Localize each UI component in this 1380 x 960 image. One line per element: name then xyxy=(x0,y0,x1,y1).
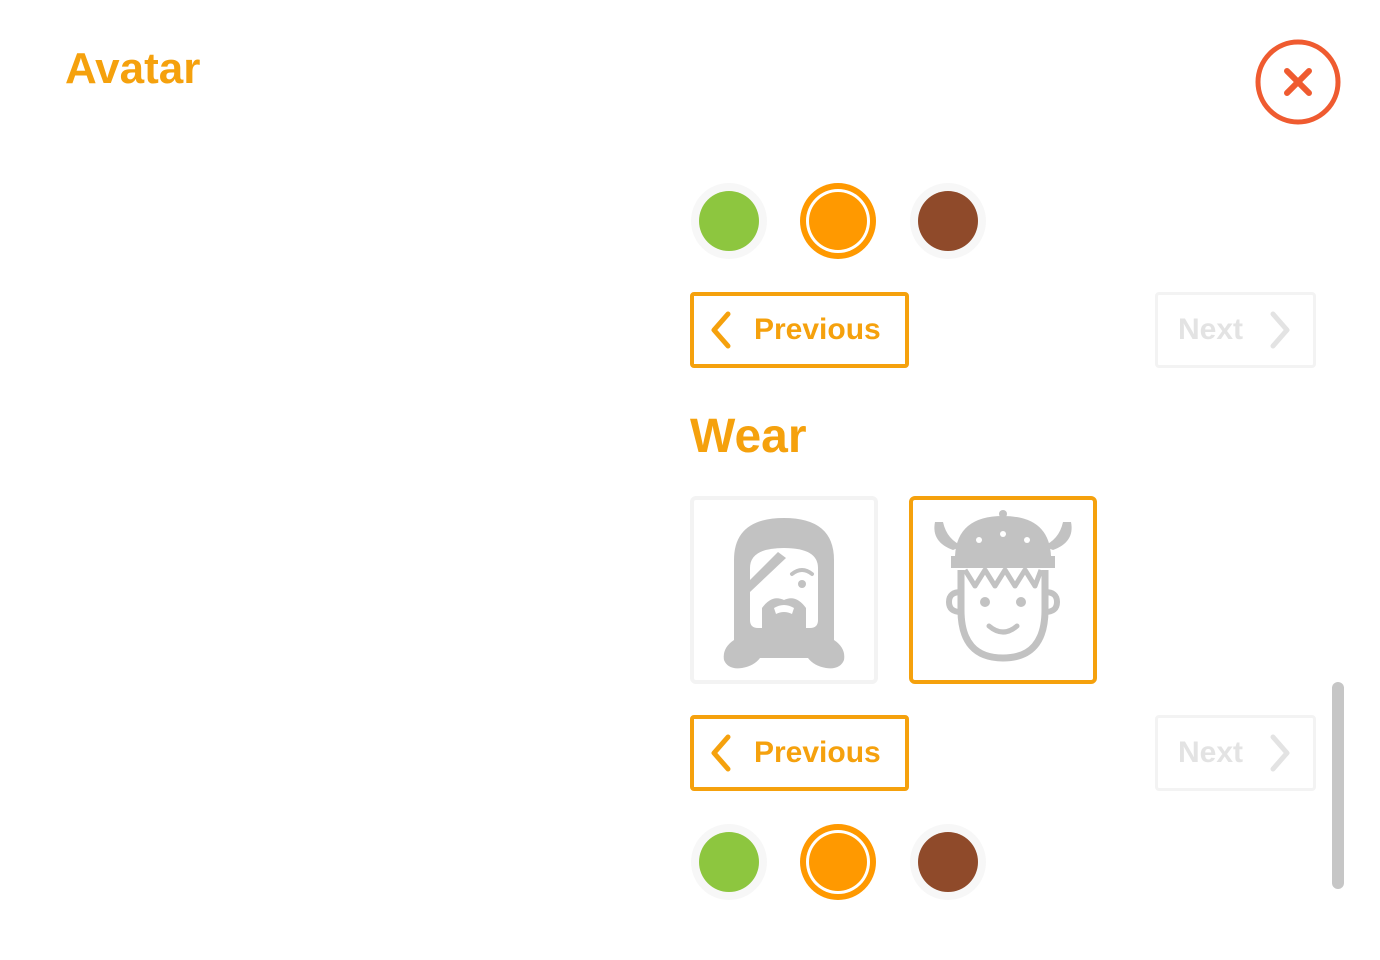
chevron-right-icon xyxy=(1270,734,1290,772)
chevron-left-icon xyxy=(711,311,731,349)
color-swatch-brown[interactable] xyxy=(908,181,988,261)
chevron-left-icon xyxy=(711,734,731,772)
wear-option-hood[interactable] xyxy=(690,496,878,684)
wear-section-title: Wear xyxy=(690,410,807,463)
color-swatch-orange[interactable] xyxy=(798,181,878,261)
chevron-right-icon xyxy=(1270,311,1290,349)
next-label: Next xyxy=(1178,736,1244,769)
avatar-dialog: Avatar Previous Next Wear Previous Next xyxy=(0,0,1380,960)
viking-helmet-face-icon xyxy=(934,510,1072,662)
previous-button[interactable]: Previous xyxy=(690,292,909,368)
color-swatch-green[interactable] xyxy=(689,822,769,902)
hooded-bearded-face-icon xyxy=(723,518,845,669)
next-label: Next xyxy=(1178,313,1244,346)
wear-option-viking[interactable] xyxy=(909,496,1097,684)
color-swatch-green[interactable] xyxy=(689,181,769,261)
previous-button[interactable]: Previous xyxy=(690,715,909,791)
color-swatch-brown[interactable] xyxy=(908,822,988,902)
scrollbar-thumb[interactable] xyxy=(1332,682,1344,889)
previous-label: Previous xyxy=(754,313,881,346)
close-icon[interactable] xyxy=(1254,38,1342,126)
previous-label: Previous xyxy=(754,736,881,769)
dialog-title: Avatar xyxy=(65,44,201,93)
color-swatch-orange[interactable] xyxy=(798,822,878,902)
next-button[interactable]: Next xyxy=(1155,715,1316,791)
next-button[interactable]: Next xyxy=(1155,292,1316,368)
